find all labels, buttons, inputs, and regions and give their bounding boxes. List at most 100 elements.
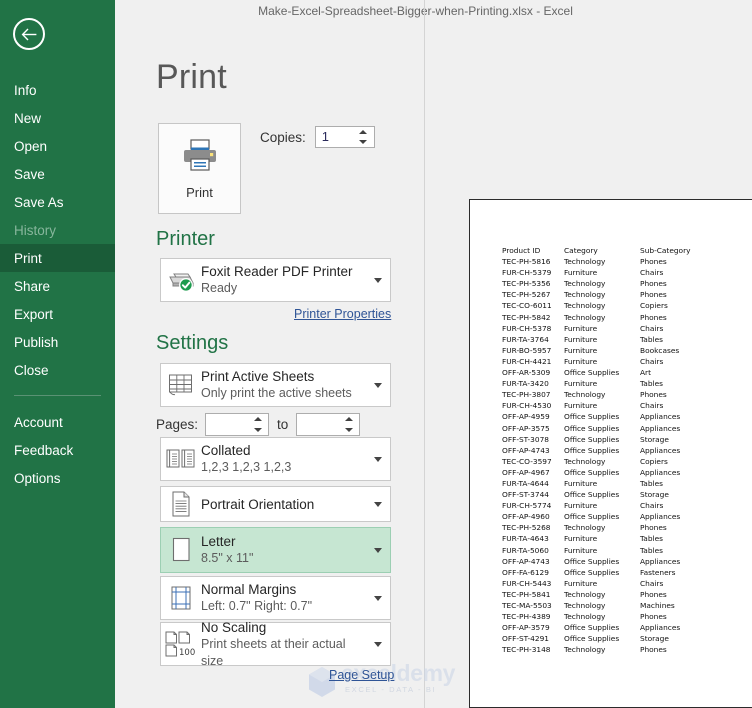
collation-select[interactable]: Collated 1,2,3 1,2,3 1,2,3 bbox=[160, 437, 391, 481]
sidebar-item-label: Options bbox=[14, 470, 61, 486]
sidebar-item-label: Export bbox=[14, 306, 54, 322]
margins-icon bbox=[161, 584, 201, 612]
scaling-subtitle: Print sheets at their actual size bbox=[201, 636, 346, 668]
sidebar-item-save-as[interactable]: Save As bbox=[0, 188, 115, 216]
print-button[interactable]: Print bbox=[158, 123, 241, 214]
preview-cell: Technology bbox=[564, 312, 606, 322]
backstage-sidebar: Info New Open Save Save As History Print… bbox=[0, 0, 115, 708]
portrait-page-icon bbox=[161, 490, 201, 518]
preview-cell: Technology bbox=[564, 301, 606, 311]
paper-size-text: Letter 8.5" x 11" bbox=[201, 533, 366, 567]
sidebar-item-share[interactable]: Share bbox=[0, 272, 115, 300]
pages-from-value[interactable] bbox=[206, 414, 250, 435]
pages-to-stepper[interactable] bbox=[296, 413, 361, 436]
pages-to-value[interactable] bbox=[297, 414, 341, 435]
sidebar-item-label: New bbox=[14, 110, 42, 126]
settings-heading: Settings bbox=[156, 332, 229, 354]
pages-to-increment-icon[interactable] bbox=[344, 417, 353, 422]
back-arrow-icon[interactable] bbox=[13, 18, 45, 50]
preview-table-row: FUR-TA-4643 Furniture Tables bbox=[502, 535, 710, 546]
pages-from-arrows[interactable] bbox=[250, 414, 268, 435]
copies-decrement-icon[interactable] bbox=[359, 140, 368, 144]
copies-arrows[interactable] bbox=[356, 127, 374, 147]
pages-from-increment-icon[interactable] bbox=[253, 417, 262, 422]
copies-increment-icon[interactable] bbox=[359, 130, 368, 134]
sidebar-item-publish[interactable]: Publish bbox=[0, 328, 115, 356]
sidebar-item-label: Open bbox=[14, 138, 48, 154]
printer-icon bbox=[180, 138, 220, 177]
pages-from-stepper[interactable] bbox=[205, 413, 270, 436]
print-area-select[interactable]: Print Active Sheets Only print the activ… bbox=[160, 363, 391, 407]
paper-icon bbox=[161, 535, 201, 565]
preview-cell: Phones bbox=[640, 645, 667, 655]
preview-cell: OFF-AP-4959 bbox=[502, 412, 550, 422]
copies-stepper[interactable]: 1 bbox=[314, 126, 375, 148]
preview-cell: Appliances bbox=[640, 412, 681, 422]
chevron-down-icon[interactable] bbox=[366, 501, 390, 507]
scaling-select[interactable]: 100 No Scaling Print sheets at their act… bbox=[160, 619, 391, 668]
pages-to-decrement-icon[interactable] bbox=[344, 427, 353, 432]
sidebar-item-save[interactable]: Save bbox=[0, 160, 115, 188]
sidebar-item-print[interactable]: Print bbox=[0, 244, 115, 272]
print-area-subtitle: Only print the active sheets bbox=[201, 386, 352, 400]
printer-status: Ready bbox=[201, 281, 238, 295]
margins-title: Normal Margins bbox=[201, 582, 297, 597]
pages-from-decrement-icon[interactable] bbox=[253, 427, 262, 432]
chevron-down-icon[interactable] bbox=[366, 595, 390, 601]
orientation-select[interactable]: Portrait Orientation bbox=[160, 486, 391, 522]
orientation-title: Portrait Orientation bbox=[201, 496, 315, 512]
print-preview-page: Product ID Category Sub-Category TEC-PH-581… bbox=[469, 199, 752, 708]
preview-table-row: TEC-PH-5842 Technology Phones bbox=[502, 312, 710, 325]
backstage-nav: Info New Open Save Save As History Print… bbox=[0, 76, 115, 492]
sidebar-item-options[interactable]: Options bbox=[0, 464, 115, 492]
print-area-title: Print Active Sheets bbox=[201, 369, 315, 384]
sidebar-item-new[interactable]: New bbox=[0, 104, 115, 132]
preview-cell: Office Supplies bbox=[564, 412, 620, 422]
sidebar-item-label: Share bbox=[14, 278, 51, 294]
pages-to-label: to bbox=[277, 417, 289, 432]
window-title: Make-Excel-Spreadsheet-Bigger-when-Print… bbox=[258, 4, 573, 18]
copies-value[interactable]: 1 bbox=[316, 127, 356, 147]
margins-select[interactable]: Normal Margins Left: 0.7" Right: 0.7" bbox=[160, 576, 391, 620]
page-title: Print bbox=[156, 58, 227, 96]
chevron-down-icon[interactable] bbox=[366, 547, 390, 553]
chevron-down-icon[interactable] bbox=[366, 277, 390, 283]
preview-cell: Office Supplies bbox=[564, 423, 620, 433]
preview-cell: TEC-PH-3148 bbox=[502, 645, 551, 655]
margins-text: Normal Margins Left: 0.7" Right: 0.7" bbox=[201, 581, 366, 615]
printer-select[interactable]: Foxit Reader PDF Printer Ready bbox=[160, 258, 391, 302]
print-button-label: Print bbox=[186, 184, 213, 200]
sidebar-item-close[interactable]: Close bbox=[0, 356, 115, 384]
sidebar-item-export[interactable]: Export bbox=[0, 300, 115, 328]
preview-cell: Furniture bbox=[564, 545, 598, 555]
preview-cell: Phones bbox=[640, 312, 667, 322]
collate-icon bbox=[161, 446, 201, 472]
sidebar-item-info[interactable]: Info bbox=[0, 76, 115, 104]
chevron-down-icon[interactable] bbox=[366, 382, 390, 388]
sidebar-item-label: Feedback bbox=[14, 442, 74, 458]
excel-print-backstage: Info New Open Save Save As History Print… bbox=[0, 0, 752, 708]
orientation-text: Portrait Orientation bbox=[201, 496, 366, 513]
collation-text: Collated 1,2,3 1,2,3 1,2,3 bbox=[201, 442, 366, 476]
scaling-badge-text: 100 bbox=[179, 648, 195, 658]
sidebar-item-history: History bbox=[0, 216, 115, 244]
sidebar-item-account[interactable]: Account bbox=[0, 408, 115, 436]
pages-to-arrows[interactable] bbox=[341, 414, 359, 435]
preview-table-body: Product ID Category Sub-Category TEC-PH-581… bbox=[502, 246, 710, 657]
printer-properties-link[interactable]: Printer Properties bbox=[294, 307, 391, 321]
sidebar-item-label: Close bbox=[14, 362, 49, 378]
chevron-down-icon[interactable] bbox=[366, 641, 390, 647]
printer-heading: Printer bbox=[156, 228, 215, 250]
chevron-down-icon[interactable] bbox=[366, 456, 390, 462]
paper-size-select[interactable]: Letter 8.5" x 11" bbox=[160, 527, 391, 573]
pages-range-row: Pages: to bbox=[156, 413, 361, 436]
sidebar-item-feedback[interactable]: Feedback bbox=[0, 436, 115, 464]
sidebar-divider bbox=[14, 395, 101, 396]
collation-title: Collated bbox=[201, 443, 251, 458]
preview-table-row: TEC-PH-3148 Technology Phones bbox=[502, 646, 710, 657]
preview-cell: OFF-AP-3575 bbox=[502, 423, 550, 433]
page-setup-link[interactable]: Page Setup bbox=[329, 668, 394, 682]
sidebar-item-open[interactable]: Open bbox=[0, 132, 115, 160]
preview-cell: FUR-TA-5060 bbox=[502, 545, 549, 555]
scaling-title: No Scaling bbox=[201, 619, 267, 635]
